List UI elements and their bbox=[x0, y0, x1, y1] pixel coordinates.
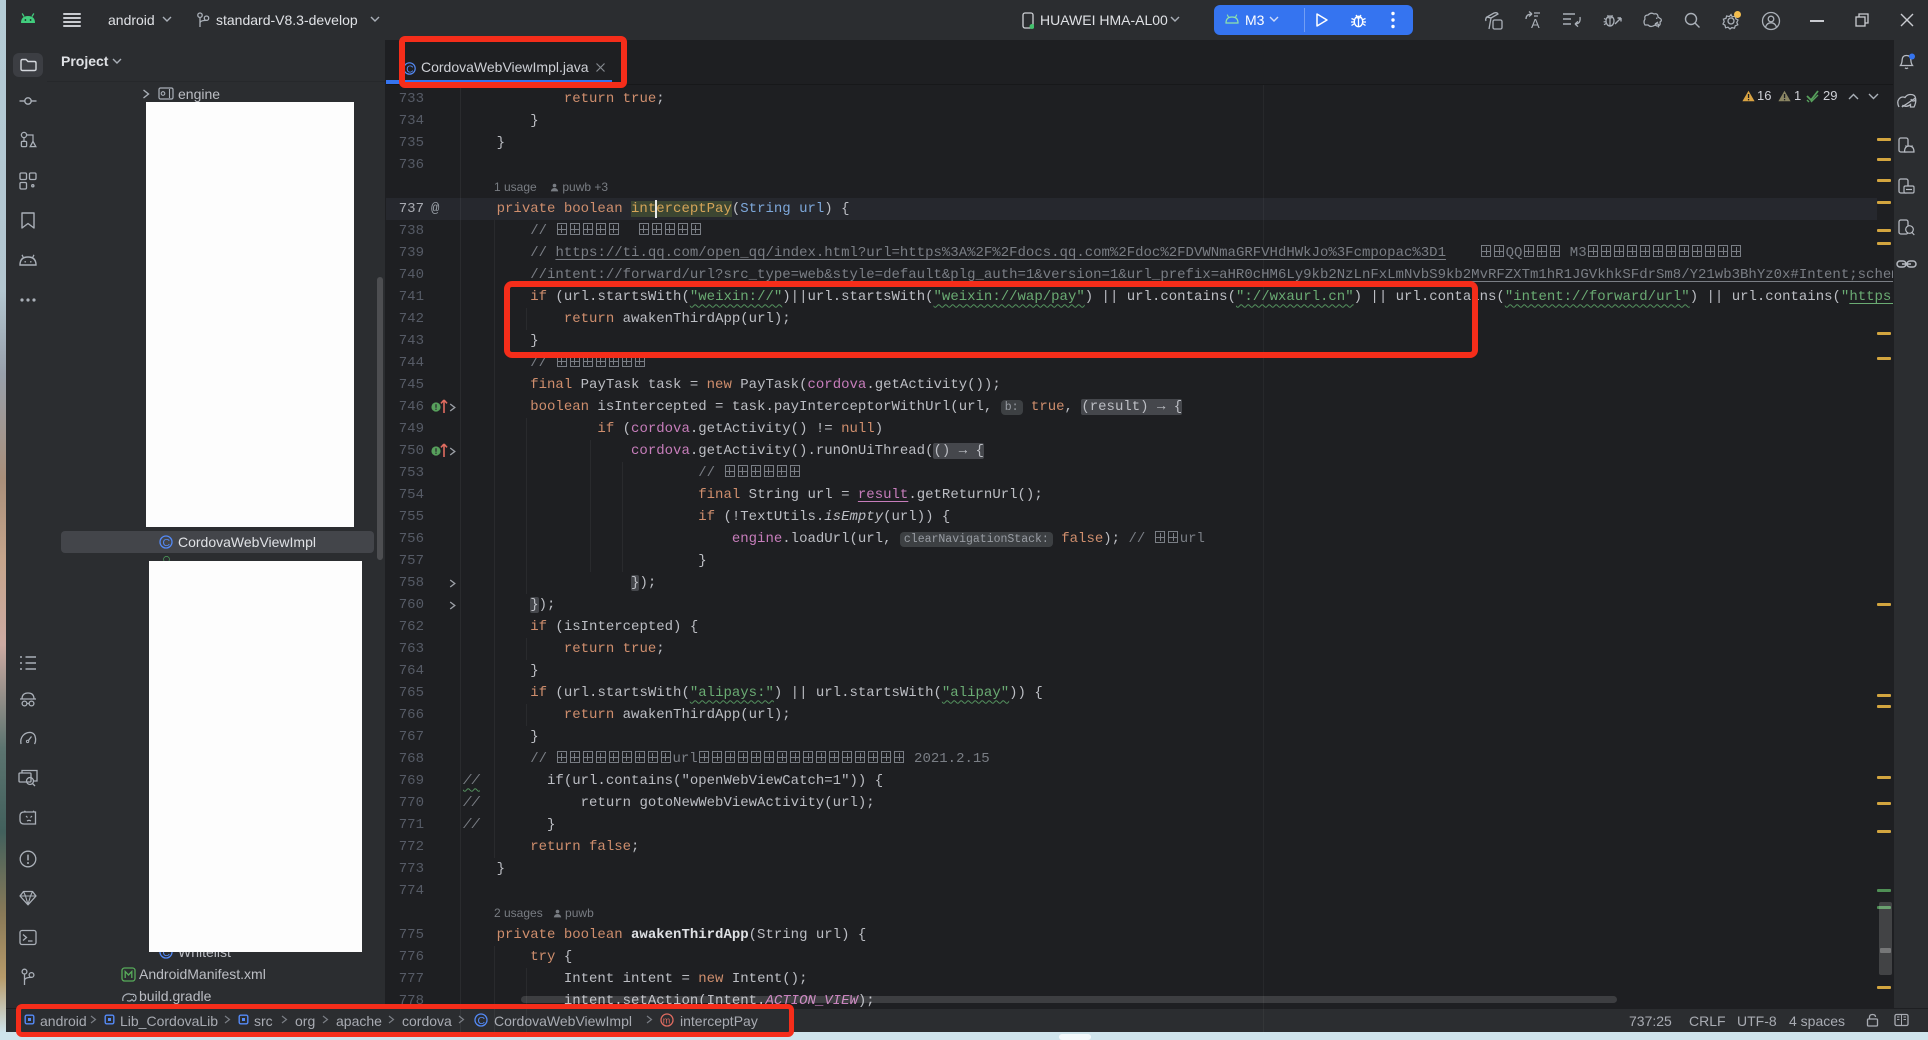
svg-text:C: C bbox=[163, 537, 171, 549]
svg-text:A: A bbox=[1531, 16, 1540, 30]
